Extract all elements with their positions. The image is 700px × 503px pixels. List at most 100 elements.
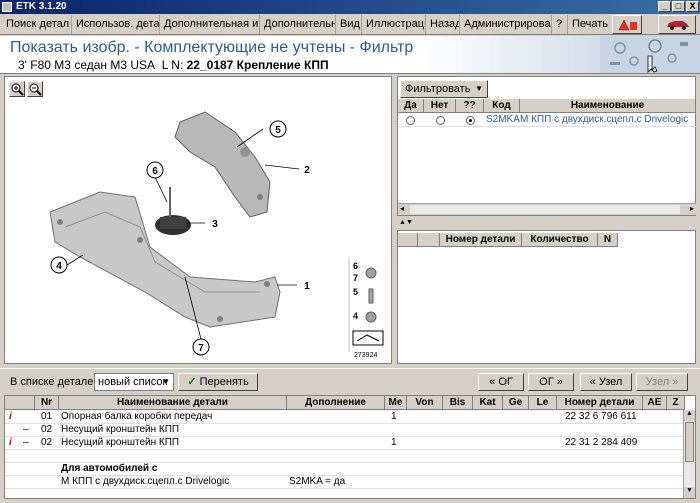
svg-text:6: 6 (152, 166, 158, 177)
callout-2[interactable]: 2 (304, 165, 310, 176)
col-z[interactable]: Z (667, 396, 685, 410)
filter-row[interactable]: S2MKA М КПП с двухдиск.сцепл.с Drivelogi… (398, 114, 696, 127)
col-ge[interactable]: Ge (503, 396, 529, 410)
col-blank1[interactable] (398, 233, 418, 247)
node-prev-button[interactable]: « Узел (580, 373, 632, 391)
filter-hscroll[interactable]: ◂ ▸ (398, 203, 696, 215)
table-row[interactable]: i 01 Опорная балка коробки передач 1 22 32 6… (5, 411, 685, 424)
info-icon[interactable] (9, 424, 19, 436)
col-no[interactable]: Нет (424, 99, 456, 113)
filter-pane: Фильтровать ▼ Да Нет ?? Код Наименование… (397, 76, 696, 216)
col-quantity[interactable]: Количество (522, 233, 598, 247)
row-number (565, 463, 641, 475)
menu-part-usage[interactable]: Использов. детал (72, 15, 160, 34)
bracket-part[interactable] (174, 111, 271, 218)
info-icon[interactable]: i (9, 437, 19, 449)
apply-button[interactable]: ✓ Перенять (178, 373, 258, 391)
shape-icon (352, 330, 384, 346)
callout-1[interactable]: 1 (304, 281, 310, 292)
menu-back[interactable]: Назад (426, 15, 460, 34)
col-code[interactable]: Код (484, 99, 520, 113)
menu-view[interactable]: Вид (336, 15, 362, 34)
table-row[interactable]: М КПП с двухдиск.сцепл.с Drivelogic S2MKA… (5, 476, 685, 489)
callout-6[interactable]: 6 (146, 161, 164, 179)
node-next-button[interactable]: Узел » (636, 373, 688, 391)
warning-tool-button[interactable] (612, 15, 642, 34)
col-le[interactable]: Le (529, 396, 557, 410)
col-icons[interactable] (5, 396, 35, 410)
row-name (61, 450, 285, 462)
callout-5[interactable]: 5 (269, 120, 287, 138)
radio-yes[interactable] (406, 116, 415, 125)
check-icon: ✓ (187, 376, 197, 388)
col-bis[interactable]: Bis (443, 396, 473, 410)
col-nr[interactable]: Nr (35, 396, 59, 410)
menu-additional-info[interactable]: Дополнительная ин (160, 15, 260, 34)
col-yes[interactable]: Да (398, 99, 424, 113)
car-tool-button[interactable] (658, 15, 696, 34)
col-name[interactable]: Наименование (520, 99, 696, 113)
list-select[interactable]: новый список ▼ (94, 373, 174, 391)
table-row[interactable]: Для автомобилей с (5, 463, 685, 476)
col-me[interactable]: Me (385, 396, 407, 410)
legend-6: 6 (353, 261, 358, 271)
col-unknown[interactable]: ?? (456, 99, 484, 113)
maximize-button[interactable]: □ (672, 1, 685, 12)
close-button[interactable]: X (686, 1, 699, 12)
row-dash (23, 463, 33, 475)
og-prev-button[interactable]: « ОГ (478, 373, 524, 391)
app-icon (2, 2, 12, 12)
col-addition[interactable]: Дополнение (287, 396, 385, 410)
col-blank2[interactable] (418, 233, 440, 247)
callout-4[interactable]: 4 (50, 256, 68, 274)
svg-text:3: 3 (212, 219, 218, 230)
window-title: ETK 3.1.20 (16, 1, 67, 12)
row-nr (41, 476, 59, 488)
svg-text:1: 1 (304, 281, 310, 292)
table-row[interactable]: – 02 Несущий кронштейн КПП (5, 424, 685, 437)
info-icon[interactable] (9, 463, 19, 475)
legend-4: 4 (353, 311, 358, 321)
info-icon[interactable] (9, 450, 19, 462)
menu-additional[interactable]: Дополнительн (260, 15, 336, 34)
list-toolbar: В списке деталей новый список ▼ ✓ Переня… (0, 368, 700, 394)
info-icon[interactable]: i (9, 411, 19, 423)
crossmember-part[interactable] (49, 191, 281, 328)
scroll-thumb[interactable] (685, 422, 694, 462)
minimize-button[interactable]: _ (658, 1, 671, 12)
row-me: 1 (391, 411, 397, 422)
scroll-left-icon: ◂ (400, 204, 405, 213)
col-n[interactable]: N (598, 233, 618, 247)
row-addition (289, 424, 383, 436)
menu-help[interactable]: ? (552, 15, 568, 34)
col-number[interactable]: Номер детали (557, 396, 643, 410)
col-ae[interactable]: AE (643, 396, 667, 410)
radio-unknown[interactable] (466, 116, 475, 125)
scroll-track[interactable] (410, 205, 680, 214)
scroll-down-icon[interactable]: ▼ (684, 487, 695, 498)
info-icon[interactable] (9, 476, 19, 488)
og-next-button[interactable]: ОГ » (528, 373, 574, 391)
col-kat[interactable]: Kat (473, 396, 503, 410)
callout-7[interactable]: 7 (192, 338, 210, 356)
menu-part-search[interactable]: Поиск детал (2, 15, 72, 34)
menu-administration[interactable]: Администрирова (460, 15, 552, 34)
parts-diagram[interactable]: 5 2 3 6 4 1 7 6 7 5 4 273924 (5, 77, 391, 363)
radio-no[interactable] (436, 116, 445, 125)
row-dash: – (23, 424, 29, 435)
svg-text:4: 4 (56, 261, 62, 272)
scroll-up-icon[interactable]: ▲ (684, 410, 695, 421)
menu-illustrations[interactable]: Иллюстраци (362, 15, 426, 34)
menu-print[interactable]: Печать (568, 15, 610, 34)
col-part-name[interactable]: Наименование детали (59, 396, 287, 410)
table-vscroll[interactable]: ▲ ▼ (683, 410, 695, 498)
col-von[interactable]: Von (407, 396, 443, 410)
horizontal-splitter[interactable]: ▲▼ (397, 217, 696, 229)
table-row[interactable]: i – 02 Несущий кронштейн КПП 1 22 31 2 284 40… (5, 437, 685, 450)
filter-dropdown-button[interactable]: Фильтровать ▼ (400, 80, 488, 98)
filter-button-label: Фильтровать (405, 83, 471, 95)
col-part-number[interactable]: Номер детали (440, 233, 522, 247)
table-row[interactable] (5, 450, 685, 463)
chevron-down-icon: ▼ (475, 84, 483, 93)
callout-3[interactable]: 3 (212, 219, 218, 230)
